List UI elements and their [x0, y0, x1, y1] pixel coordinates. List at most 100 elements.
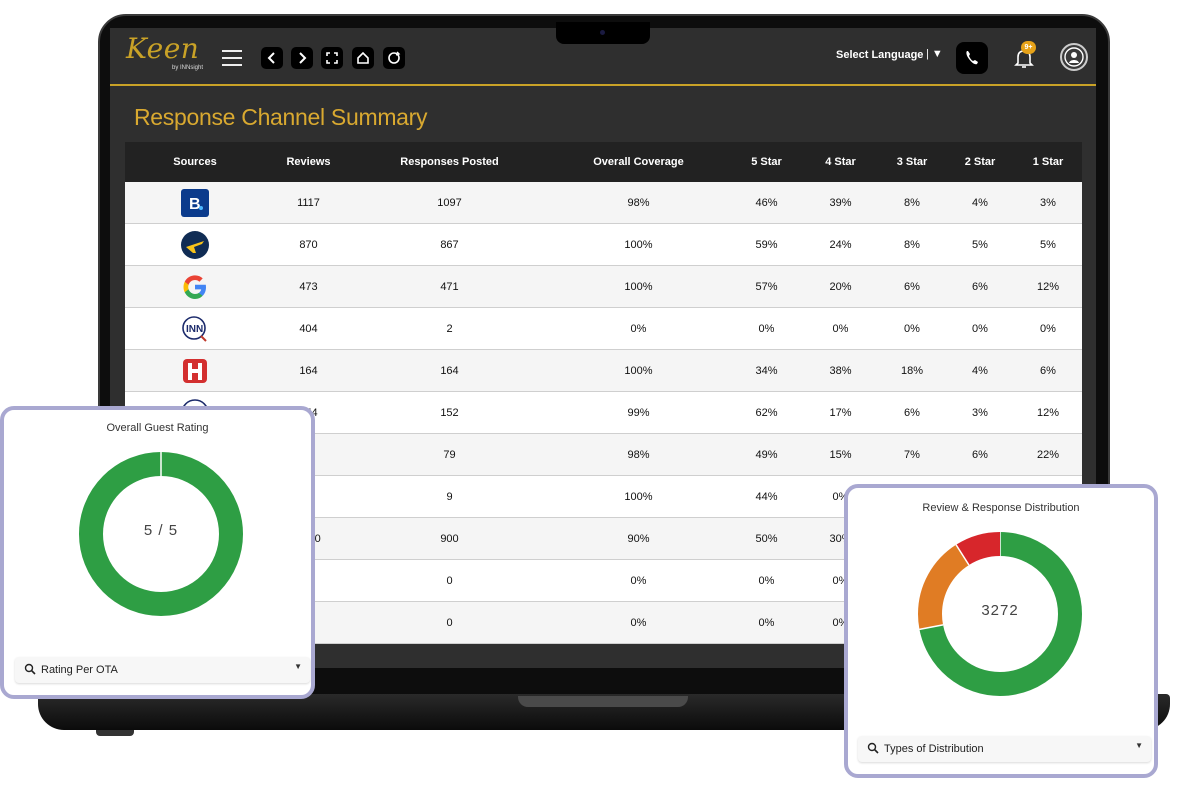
google-icon: [180, 272, 210, 302]
table-cell: 8%: [904, 196, 920, 209]
column-header[interactable]: 4 Star: [803, 156, 878, 168]
table-cell: 0%: [630, 616, 647, 629]
home-button[interactable]: [352, 47, 374, 69]
column-header[interactable]: 2 Star: [946, 156, 1014, 168]
table-cell: 867: [440, 238, 459, 251]
table-cell: 0%: [758, 616, 775, 629]
table-cell: 0%: [758, 322, 775, 335]
innsight-icon: INN: [180, 314, 210, 344]
source-cell: [125, 272, 265, 302]
rating-per-ota-dropdown[interactable]: Rating Per OTA ▼: [15, 657, 310, 683]
column-header[interactable]: 5 Star: [730, 156, 803, 168]
table-row[interactable]: 164 164 100% 34% 38% 18% 4% 6%: [125, 350, 1082, 392]
keen-logo[interactable]: Keen: [126, 32, 199, 65]
table-cell: 100%: [624, 238, 653, 251]
table-cell: 62%: [755, 406, 778, 419]
table-cell: 1097: [437, 196, 462, 209]
types-of-distribution-dropdown[interactable]: Types of Distribution ▼: [858, 736, 1151, 762]
language-caret-icon: | ▼: [926, 48, 943, 60]
table-row[interactable]: 473 471 100% 57% 20% 6% 6% 12%: [125, 266, 1082, 308]
table-cell: 6%: [972, 280, 988, 293]
column-header[interactable]: Overall Coverage: [547, 156, 730, 168]
home-icon: [357, 51, 369, 64]
table-cell: 98%: [627, 196, 650, 209]
chevron-right-icon: [299, 52, 307, 64]
table-header: Sources Reviews Responses Posted Overall…: [125, 142, 1082, 182]
table-cell: 100%: [624, 364, 653, 377]
table-cell: 57%: [755, 280, 778, 293]
table-cell: 12%: [1036, 280, 1060, 293]
column-header[interactable]: Reviews: [265, 156, 352, 168]
phone-button[interactable]: [956, 42, 988, 74]
table-cell: 0%: [1040, 322, 1056, 335]
table-row[interactable]: INN 404 2 0% 0% 0% 0% 0% 0%: [125, 308, 1082, 350]
table-cell: 7%: [904, 448, 920, 461]
table-cell: 0%: [972, 322, 988, 335]
table-cell: 4%: [972, 364, 988, 377]
table-cell: 99%: [627, 406, 650, 419]
rating-value: 5 / 5: [143, 522, 179, 539]
notification-badge: 9+: [1021, 41, 1036, 54]
table-cell: 8%: [904, 238, 920, 251]
table-cell: 2: [446, 322, 453, 335]
table-cell: 4%: [972, 196, 988, 209]
table-cell: 90%: [627, 532, 650, 545]
source-cell: [125, 356, 265, 386]
table-cell: 164: [440, 364, 459, 377]
column-header[interactable]: Responses Posted: [352, 156, 547, 168]
column-header[interactable]: 1 Star: [1014, 156, 1082, 168]
table-cell: 34%: [755, 364, 778, 377]
refresh-button[interactable]: [383, 47, 405, 69]
back-button[interactable]: [261, 47, 283, 69]
table-cell: 404: [299, 322, 318, 335]
search-icon: [867, 742, 879, 754]
marketing-stage: Keen by INNsight Select Language | ▼ 9+ …: [0, 0, 1179, 799]
table-cell: 164: [299, 364, 318, 377]
table-cell: 100%: [624, 490, 653, 503]
fullscreen-button[interactable]: [321, 47, 343, 69]
logo-subtitle: by INNsight: [172, 65, 204, 71]
dropdown-label: Rating Per OTA: [41, 664, 118, 676]
table-row[interactable]: 870 867 100% 59% 24% 8% 5% 5%: [125, 224, 1082, 266]
source-cell: B: [125, 188, 265, 218]
table-cell: 5%: [972, 238, 988, 251]
table-row[interactable]: B 1117 1097 98% 46% 39% 8% 4% 3%: [125, 182, 1082, 224]
table-cell: 870: [299, 238, 318, 251]
card-title: Overall Guest Rating: [106, 422, 209, 434]
dropdown-label: Types of Distribution: [884, 743, 984, 755]
table-cell: 39%: [829, 196, 852, 209]
table-cell: 17%: [829, 406, 852, 419]
table-cell: 1117: [297, 196, 320, 209]
table-cell: 0%: [630, 322, 647, 335]
table-cell: 100%: [624, 280, 653, 293]
table-cell: 473: [299, 280, 318, 293]
source-cell: [125, 230, 265, 260]
table-cell: 0%: [904, 322, 920, 335]
table-cell: 24%: [829, 238, 852, 251]
hotels-icon: [180, 356, 210, 386]
hamburger-menu-icon[interactable]: [222, 50, 242, 66]
table-cell: 20%: [829, 280, 852, 293]
user-avatar[interactable]: [1060, 43, 1088, 71]
column-header[interactable]: Sources: [125, 156, 265, 168]
table-cell: 98%: [627, 448, 650, 461]
select-language-dropdown[interactable]: Select Language: [836, 49, 923, 61]
table-cell: 5%: [1040, 238, 1056, 251]
caret-down-icon: ▼: [294, 662, 302, 671]
review-response-distribution-card: Review & Response Distribution 3272 Type…: [844, 484, 1158, 778]
table-cell: 49%: [755, 448, 778, 461]
svg-text:B: B: [189, 196, 201, 213]
table-cell: 18%: [900, 364, 924, 377]
table-cell: 6%: [972, 448, 988, 461]
table-cell: 0%: [832, 322, 849, 335]
table-cell: 6%: [904, 406, 920, 419]
column-header[interactable]: 3 Star: [878, 156, 946, 168]
table-cell: 0%: [758, 574, 775, 587]
table-cell: 38%: [829, 364, 852, 377]
table-cell: 3%: [1040, 196, 1056, 209]
search-icon: [24, 663, 36, 675]
table-cell: 9: [446, 490, 453, 503]
table-cell: 0: [446, 616, 453, 629]
forward-button[interactable]: [291, 47, 313, 69]
table-cell: 6%: [904, 280, 920, 293]
